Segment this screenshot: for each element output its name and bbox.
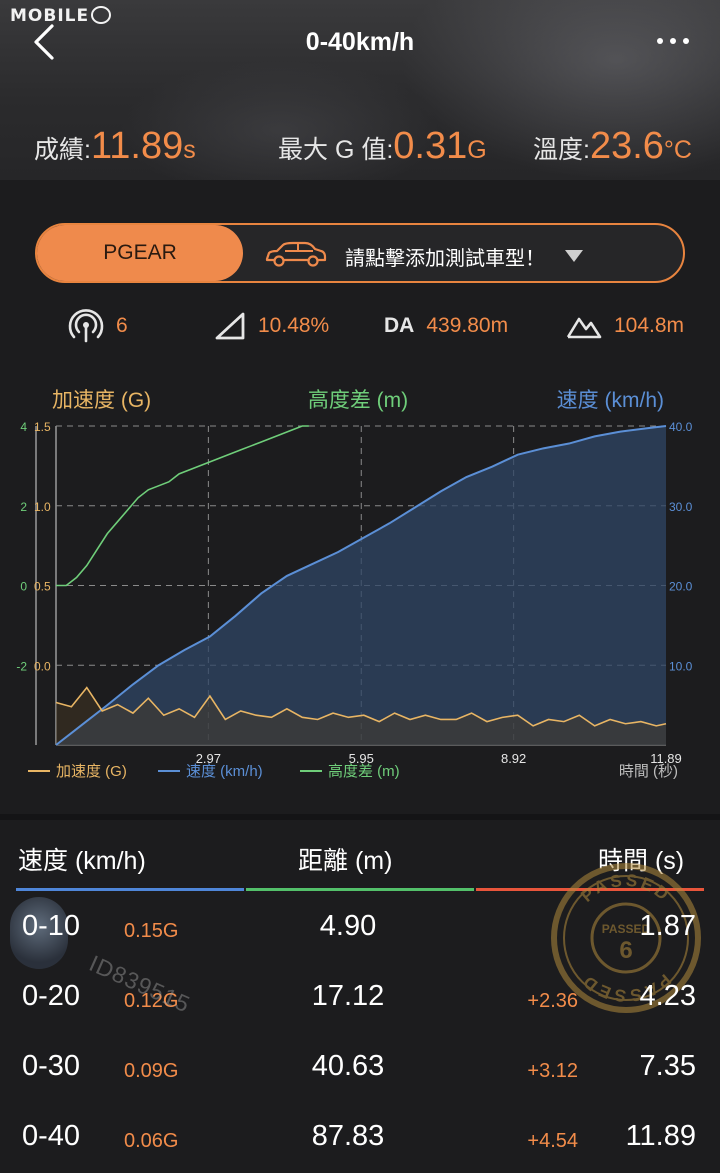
mountain-icon <box>566 317 602 339</box>
table-row: 0-40 0.06G 87.83 +4.54 11.89 <box>0 1120 720 1173</box>
distance-value: 4.90 <box>319 910 377 942</box>
header-distance-underline <box>246 888 474 891</box>
time-diff: +2.36 <box>527 990 578 1012</box>
speed-range: 0-30 <box>22 1050 81 1082</box>
time-value: 7.35 <box>639 1050 696 1082</box>
distance-value: 17.12 <box>311 980 385 1012</box>
performance-chart: 加速度 (G) 高度差 (m) 速度 (km/h) 4 1.5 40.0 2 1.0 30.0 0… <box>0 380 720 800</box>
time-value: 11.89 <box>625 1120 696 1152</box>
stat-result-value: 11.89 <box>90 125 184 167</box>
x-tick-label: 8.92 <box>501 751 526 766</box>
speed-range: 0-10 <box>22 910 81 942</box>
y-tick-height: -2 <box>16 659 27 673</box>
distance-value: 87.83 <box>311 1120 385 1152</box>
speed-range: 0-20 <box>22 980 81 1012</box>
y-tick-height: 4 <box>20 420 27 434</box>
time-diff: +3.12 <box>527 1060 578 1082</box>
y-tick-speed: 40.0 <box>669 420 693 434</box>
satellite-signal-icon <box>68 309 104 343</box>
stat-temperature: 溫度:23.6°C <box>533 125 692 168</box>
stat-result-unit: s <box>183 136 196 164</box>
g-value: 0.06G <box>124 1130 179 1152</box>
y-tick-accel: 1.0 <box>34 500 51 514</box>
table-row: 0-20 0.12G 17.12 +2.36 4.23 <box>0 980 720 1040</box>
page-title: 0-40km/h <box>305 28 415 56</box>
density-altitude: DA 439.80m <box>384 306 508 346</box>
time-value: 4.23 <box>639 980 696 1012</box>
y-tick-accel: 0.5 <box>34 580 51 594</box>
g-value: 0.15G <box>124 920 179 942</box>
stats-row: 成績:11.89s 最大 G 值:0.31G 溫度:23.6°C <box>0 118 720 168</box>
y-tick-height: 0 <box>20 580 27 594</box>
distance-value: 40.63 <box>311 1050 385 1082</box>
header-distance: 距離 (m) <box>298 847 393 875</box>
chart-title-accel: 加速度 (G) <box>52 389 151 412</box>
stat-max-g-unit: G <box>467 136 487 164</box>
mobile01-logo-icon <box>91 6 112 24</box>
altitude: 104.8m <box>566 306 684 346</box>
stat-max-g: 最大 G 值:0.31G <box>278 125 487 168</box>
altitude-value: 104.8m <box>614 314 685 337</box>
chevron-down-icon[interactable] <box>565 250 583 262</box>
y-tick-accel: 1.5 <box>34 420 51 434</box>
y-tick-accel: 0.0 <box>34 659 51 673</box>
table-row: 0-30 0.09G 40.63 +3.12 7.35 <box>0 1050 720 1110</box>
header-speed-underline <box>16 888 244 891</box>
more-options-icon[interactable] <box>656 36 690 46</box>
chart-title-speed: 速度 (km/h) <box>557 389 664 412</box>
stat-result: 成績:11.89s <box>34 125 196 168</box>
y-tick-speed: 30.0 <box>669 500 693 514</box>
y-tick-speed: 20.0 <box>669 580 693 594</box>
satellite-count: 6 <box>68 306 128 346</box>
stat-temperature-value: 23.6 <box>589 125 664 167</box>
add-vehicle-prompt[interactable]: 請點擊添加測試車型！ <box>345 242 545 271</box>
legend-label: 加速度 (G) <box>56 763 127 780</box>
x-axis-label: 時間 (秒) <box>619 763 678 780</box>
satellite-count-value: 6 <box>116 314 128 337</box>
slope-icon <box>215 312 245 340</box>
da-label: DA <box>384 314 415 337</box>
speed-range: 0-40 <box>22 1120 81 1152</box>
da-value: 439.80m <box>426 314 509 337</box>
stat-max-g-label: 最大 G 值: <box>278 136 394 164</box>
pgear-button[interactable]: PGEAR <box>37 225 243 281</box>
g-value: 0.09G <box>124 1060 179 1082</box>
vehicle-selector[interactable]: PGEAR 請點擊添加測試車型！ <box>35 223 685 283</box>
car-icon <box>265 241 327 267</box>
slope-value: 10.48% <box>258 314 330 337</box>
y-tick-speed: 10.0 <box>669 659 693 673</box>
stat-temperature-unit: °C <box>663 136 692 164</box>
chart-title-height: 高度差 (m) <box>308 389 408 412</box>
chart-svg: 加速度 (G) 高度差 (m) 速度 (km/h) 4 1.5 40.0 2 1.0 30.0 0… <box>16 389 693 780</box>
header: MOBILE 0-40km/h 成績:11.89s 最大 G 值:0.31G 溫… <box>0 0 720 180</box>
y-tick-height: 2 <box>20 500 27 514</box>
time-diff: +4.54 <box>527 1130 578 1152</box>
stat-temperature-label: 溫度: <box>533 136 590 164</box>
slope: 10.48% <box>214 306 329 346</box>
stat-max-g-value: 0.31 <box>393 125 468 167</box>
legend-label: 速度 (km/h) <box>186 763 263 780</box>
time-value: 1.87 <box>639 910 696 942</box>
stat-result-label: 成績: <box>34 136 91 164</box>
header-speed: 速度 (km/h) <box>18 847 146 875</box>
legend-label: 高度差 (m) <box>328 763 400 780</box>
mobile01-watermark: MOBILE <box>10 6 112 26</box>
section-divider <box>0 814 720 820</box>
